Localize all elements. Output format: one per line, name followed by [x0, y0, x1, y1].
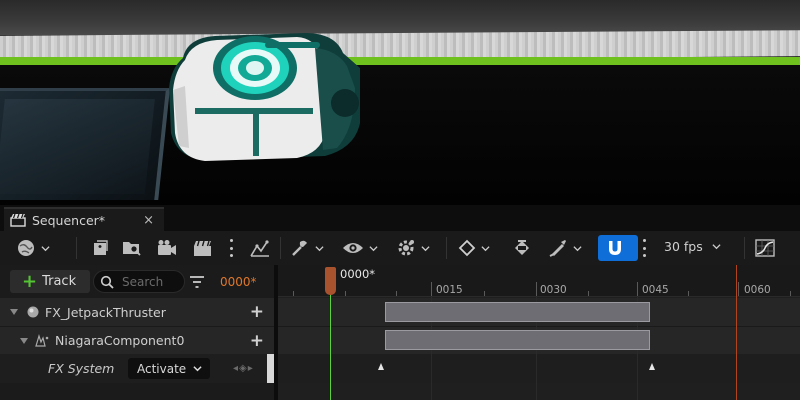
kebab-icon[interactable] — [229, 239, 233, 257]
close-tab-icon[interactable]: × — [143, 213, 154, 228]
add-track-button[interactable]: + Track — [10, 270, 90, 293]
snap-options-kebab-icon[interactable] — [642, 239, 646, 257]
playhead-line — [330, 295, 331, 400]
track-lane[interactable] — [278, 354, 800, 383]
playhead-handle[interactable] — [325, 267, 336, 295]
fx-system-state-dropdown[interactable]: Activate — [128, 358, 210, 379]
brush-icon — [549, 240, 566, 257]
fx-system-state-value: Activate — [137, 361, 187, 376]
gear-icon — [398, 240, 414, 256]
keyframe-diamond-icon — [458, 239, 476, 257]
playback-end-marker[interactable] — [736, 265, 737, 400]
chevron-down-icon — [421, 245, 430, 251]
camera-icon — [158, 240, 176, 255]
viewport-green-strip — [0, 57, 800, 65]
track-row-fx-jetpack[interactable]: FX_JetpackThruster + — [0, 298, 274, 326]
fx-jetpack-section[interactable] — [385, 302, 650, 322]
edit-mode-button[interactable] — [548, 236, 582, 260]
sequencer-window: Sequencer* × 30 fps + Track Search 0000*… — [0, 0, 800, 400]
frame-rate-dropdown[interactable]: 30 fps — [664, 239, 721, 254]
track-outliner: + Track Search 0000* FX_JetpackThruster … — [0, 265, 274, 400]
level-viewport[interactable] — [0, 0, 800, 205]
key-interpolation-button[interactable] — [458, 236, 490, 260]
add-subtrack-icon[interactable]: + — [250, 331, 264, 351]
keyframe-marker[interactable] — [378, 363, 384, 370]
ruler-label: 0045 — [642, 284, 669, 296]
chevron-down-icon — [41, 245, 50, 251]
search-input[interactable]: Search — [93, 270, 185, 293]
view-options-button[interactable] — [342, 236, 378, 260]
viewport-sphere-icon — [18, 240, 34, 256]
tools-menu-button[interactable] — [290, 236, 324, 260]
settings-menu-button[interactable] — [396, 236, 430, 260]
track-name: FX_JetpackThruster — [45, 304, 166, 320]
chevron-down-icon — [315, 245, 324, 251]
curve-editor-icon — [755, 239, 775, 257]
ruler-label: 0060 — [744, 284, 771, 296]
search-placeholder: Search — [122, 274, 164, 289]
keyframe-marker[interactable] — [649, 363, 655, 370]
key-paint-icon — [515, 240, 529, 255]
chevron-down-icon — [712, 244, 721, 250]
filter-icon[interactable] — [189, 274, 205, 290]
camera-button[interactable] — [156, 236, 178, 260]
ruler-label: 0015 — [436, 284, 463, 296]
chevron-down-icon — [481, 245, 490, 251]
tab-title: Sequencer* — [32, 212, 106, 228]
clapperboard-icon — [10, 213, 26, 227]
niagara-icon — [35, 333, 49, 347]
chevron-down-icon — [369, 245, 378, 251]
eye-icon — [343, 243, 363, 253]
sequence-graph-button[interactable] — [249, 236, 271, 260]
ruler-label: 0030 — [540, 284, 567, 296]
clapperboard-icon — [194, 240, 211, 256]
render-button[interactable] — [192, 236, 214, 260]
graph-icon — [250, 240, 269, 257]
expand-arrow-icon[interactable] — [20, 337, 28, 344]
frame-rate-value: 30 fps — [664, 239, 703, 254]
track-row-fx-system[interactable]: FX System Activate ◂◈▸ — [0, 354, 274, 383]
niagara-section[interactable] — [385, 330, 650, 350]
chevron-down-icon — [193, 366, 202, 372]
curve-editor-button[interactable] — [754, 236, 776, 260]
viewport-wall — [0, 0, 800, 35]
auto-key-button[interactable] — [512, 236, 532, 260]
search-icon — [100, 275, 114, 289]
tab-sequencer[interactable]: Sequencer* × — [4, 207, 164, 231]
viewport-glass-panel — [0, 88, 170, 200]
fx-system-label: FX System — [48, 361, 115, 376]
playhead-time: 0000* — [340, 267, 376, 281]
find-in-content-icon — [123, 242, 141, 256]
world-menu-button[interactable] — [16, 236, 50, 260]
save-sequence-button[interactable] — [92, 236, 110, 260]
jetpack-model — [169, 33, 360, 161]
render-movie-icon — [94, 240, 108, 255]
current-timecode[interactable]: 0000* — [220, 275, 257, 289]
plus-icon: + — [22, 270, 38, 292]
magnet-icon — [609, 241, 621, 255]
track-color-bar — [267, 354, 274, 383]
actor-sphere-icon — [27, 306, 39, 318]
key-navigation-icons[interactable]: ◂◈▸ — [233, 363, 254, 374]
track-row-niagara[interactable]: NiagaraComponent0 + — [0, 326, 274, 354]
timeline-area[interactable]: 0015 0030 0045 0060 0000* — [278, 265, 800, 400]
tools-icon — [292, 240, 307, 256]
tab-bar: Sequencer* × — [0, 205, 800, 231]
snap-toggle-button[interactable] — [598, 235, 638, 261]
sequencer-toolbar: 30 fps — [0, 231, 800, 265]
add-track-label: Track — [42, 274, 77, 289]
find-in-content-browser-button[interactable] — [122, 236, 142, 260]
expand-arrow-icon[interactable] — [10, 309, 18, 315]
add-subtrack-icon[interactable]: + — [250, 302, 264, 322]
chevron-down-icon — [573, 245, 582, 251]
track-name: NiagaraComponent0 — [55, 333, 185, 348]
